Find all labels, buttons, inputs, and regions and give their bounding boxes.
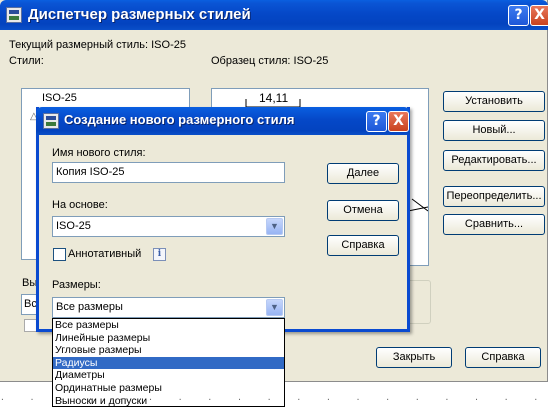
outer-close-button[interactable]: X <box>530 5 548 26</box>
dropdown-item-selected[interactable]: Радиусы <box>53 356 284 370</box>
start-with-value: ISO-25 <box>56 220 91 232</box>
compare-styles-button[interactable]: Сравнить... <box>443 214 545 235</box>
new-style-button[interactable]: Новый... <box>443 120 545 141</box>
dropdown-item[interactable]: Угловые размеры <box>53 344 284 357</box>
list-label: Вы <box>22 277 38 289</box>
modify-style-button[interactable]: Редактировать... <box>443 150 545 171</box>
new-style-name-input[interactable]: Копия ISO-25 <box>52 162 285 183</box>
info-icon[interactable]: i <box>153 248 166 261</box>
cancel-button[interactable]: Отмена <box>327 200 399 221</box>
start-with-select[interactable]: ISO-25 ▼ <box>52 216 285 237</box>
use-for-dropdown-list[interactable]: Все размеры Линейные размеры Угловые раз… <box>52 318 285 407</box>
inner-app-icon <box>43 113 59 129</box>
start-with-label: На основе: <box>52 199 108 211</box>
annotative-label: Аннотативный <box>68 248 142 260</box>
set-current-button[interactable]: Установить <box>443 91 545 112</box>
inner-close-button[interactable]: X <box>388 111 409 132</box>
dropdown-item[interactable]: Все размеры <box>53 319 284 332</box>
close-button[interactable]: Закрыть <box>376 347 452 368</box>
inner-window-title: Создание нового размерного стиля <box>64 112 295 127</box>
inner-help-text-button[interactable]: Справка <box>327 235 399 256</box>
outer-title-bar[interactable]: Диспетчер размерных стилей ? X <box>0 0 548 30</box>
drawing-grid-dots: · · · · · · · · · · · · · · · · · · · · … <box>0 395 548 404</box>
use-for-label: Размеры: <box>52 279 101 291</box>
override-style-button[interactable]: Переопределить... <box>443 186 545 207</box>
style-list-item[interactable]: ISO-25 <box>42 92 77 104</box>
use-for-select[interactable]: Все размеры ▼ <box>52 297 285 318</box>
annotative-checkbox[interactable] <box>53 248 66 261</box>
continue-button[interactable]: Далее <box>327 163 399 184</box>
chevron-down-icon[interactable]: ▼ <box>266 218 283 235</box>
inner-help-button[interactable]: ? <box>366 111 387 132</box>
dropdown-item[interactable]: Диаметры <box>53 369 284 382</box>
dropdown-item[interactable]: Линейные размеры <box>53 332 284 345</box>
app-icon <box>6 7 22 23</box>
preview-label: Образец стиля: ISO-25 <box>211 55 329 67</box>
outer-window-title: Диспетчер размерных стилей <box>28 6 251 23</box>
current-style-label: Текущий размерный стиль: ISO-25 <box>9 39 186 51</box>
outer-help-button[interactable]: ? <box>508 5 529 26</box>
new-style-name-label: Имя нового стиля: <box>52 147 146 159</box>
use-for-value: Все размеры <box>56 301 123 313</box>
help-button[interactable]: Справка <box>465 347 541 368</box>
styles-label: Стили: <box>9 55 44 67</box>
chevron-down-icon[interactable]: ▼ <box>266 299 283 316</box>
dropdown-item[interactable]: Ординатные размеры <box>53 382 284 395</box>
